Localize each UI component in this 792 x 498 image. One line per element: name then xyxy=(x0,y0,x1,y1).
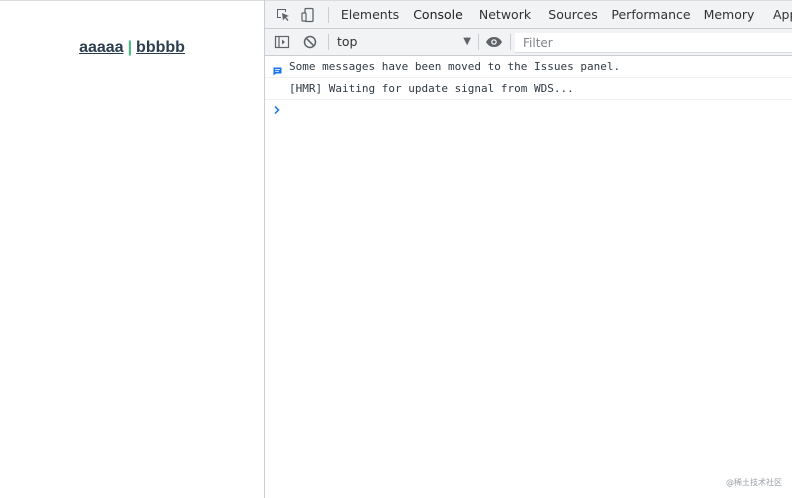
screen: aaaaa | bbbbb Elements Console Network S… xyxy=(0,0,792,498)
prompt-chevron-icon xyxy=(274,105,280,115)
tab-application[interactable]: App xyxy=(773,1,792,28)
console-messages: Some messages have been moved to the Iss… xyxy=(265,56,792,118)
console-message-text: [HMR] Waiting for update signal from WDS… xyxy=(289,82,574,95)
console-toolbar: top ▼ xyxy=(265,29,792,56)
toolbar-divider xyxy=(328,7,329,23)
nav-bar: aaaaa | bbbbb xyxy=(0,39,264,57)
tab-network[interactable]: Network xyxy=(475,1,535,28)
console-message: Some messages have been moved to the Iss… xyxy=(265,56,792,78)
page-viewport: aaaaa | bbbbb xyxy=(0,0,264,498)
device-toolbar-icon[interactable] xyxy=(299,6,317,24)
clear-console-icon[interactable] xyxy=(301,33,319,51)
devtools-tabbar: Elements Console Network Sources Perform… xyxy=(265,0,792,29)
toolbar-divider xyxy=(328,34,329,50)
console-message: [HMR] Waiting for update signal from WDS… xyxy=(265,78,792,100)
context-select-value: top xyxy=(337,34,358,49)
tab-memory[interactable]: Memory xyxy=(701,1,757,28)
devtools-panel: Elements Console Network Sources Perform… xyxy=(264,0,792,498)
tab-elements[interactable]: Elements xyxy=(337,1,403,28)
console-message-text: Some messages have been moved to the Iss… xyxy=(289,60,621,73)
dropdown-caret-icon: ▼ xyxy=(463,36,471,47)
console-filter-input[interactable] xyxy=(515,33,792,53)
inspect-element-icon[interactable] xyxy=(274,6,292,24)
tab-sources[interactable]: Sources xyxy=(545,1,601,28)
toolbar-divider xyxy=(478,34,479,50)
console-prompt[interactable] xyxy=(265,100,792,118)
console-sidebar-icon[interactable] xyxy=(273,33,291,51)
toolbar-divider xyxy=(510,34,511,50)
nav-separator: | xyxy=(127,39,133,56)
nav-link-bbbbb[interactable]: bbbbb xyxy=(136,39,185,56)
context-select[interactable]: top ▼ xyxy=(337,33,471,51)
message-icon xyxy=(273,62,282,76)
tab-performance[interactable]: Performance xyxy=(611,1,691,28)
watermark: @稀土技术社区 xyxy=(726,478,782,487)
tab-console[interactable]: Console xyxy=(405,1,471,28)
live-expression-eye-icon[interactable] xyxy=(485,33,503,51)
nav-link-aaaaa[interactable]: aaaaa xyxy=(79,39,124,56)
